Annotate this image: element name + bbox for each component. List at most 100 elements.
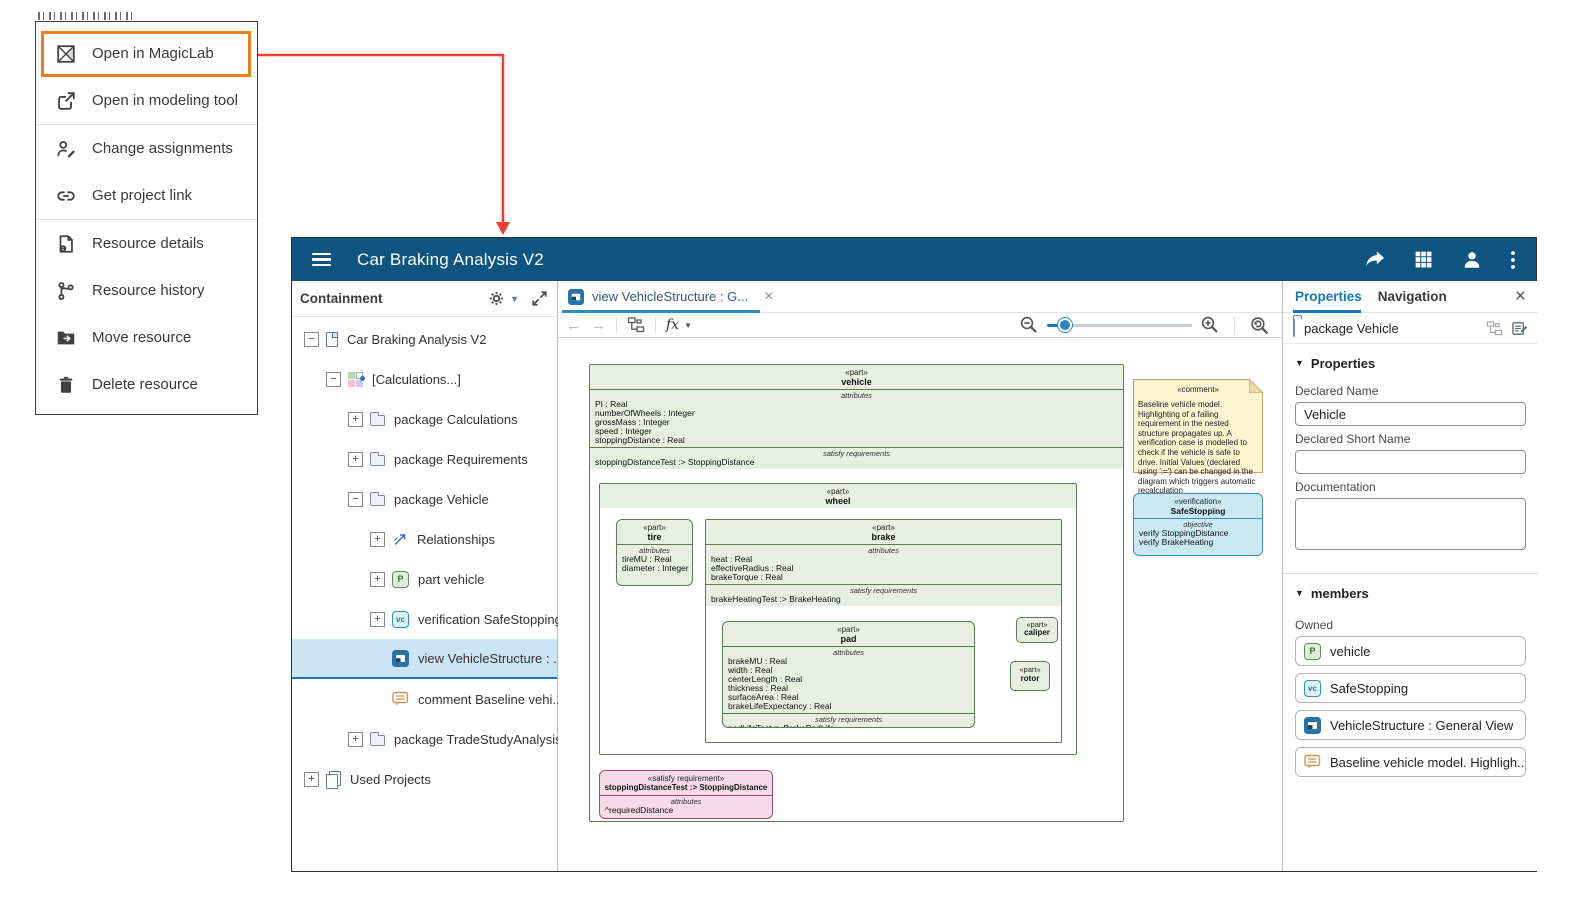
verification-badge: vc (1304, 680, 1321, 697)
owned-item-baseline-comment[interactable]: Baseline vehicle model. Highligh... (1295, 747, 1526, 777)
tree-item-view-vehiclestructure[interactable]: view VehicleStructure : ... (292, 639, 557, 679)
chevron-down-icon[interactable]: ▼ (510, 294, 519, 304)
part-rotor-box[interactable]: «part» rotor (1010, 661, 1050, 691)
attributes-compartment: attributes ^requiredDistance (600, 795, 772, 817)
menu-item-resource-history[interactable]: Resource history (36, 267, 257, 314)
callout-arrow (245, 42, 520, 242)
reset-zoom-icon[interactable] (1249, 315, 1270, 336)
owned-item-vehiclestructure-view[interactable]: VehicleStructure : General View (1295, 710, 1526, 740)
satisfy-requirement-box[interactable]: «satisfy requirement» stoppingDistanceTe… (599, 770, 773, 819)
menu-item-open-in-magiclab[interactable]: Open in MagicLab (36, 30, 257, 77)
related-elements-icon[interactable] (627, 316, 645, 334)
tree-toggle[interactable]: − (304, 332, 319, 347)
diagram-canvas[interactable]: «part» vehicle attributes PI : Real numb… (558, 340, 1282, 871)
tree-toggle[interactable]: − (326, 372, 341, 387)
menu-item-resource-details[interactable]: Resource details (36, 220, 257, 267)
tree-item-package-requirements[interactable]: + package Requirements (292, 439, 557, 479)
tree-item-calculations-root[interactable]: − [Calculations...] (292, 359, 557, 399)
verification-box[interactable]: «verification» SafeStopping objective ve… (1133, 493, 1263, 556)
chevron-down-icon: ▼ (684, 321, 692, 330)
tree-item-package-vehicle[interactable]: − package Vehicle (292, 479, 557, 519)
tree-item-part-vehicle[interactable]: + P part vehicle (292, 559, 557, 599)
menu-item-get-project-link[interactable]: Get project link (36, 172, 257, 219)
tab-navigation[interactable]: Navigation (1378, 289, 1447, 304)
tab-close-icon[interactable]: × (764, 288, 773, 306)
tab-properties[interactable]: Properties (1295, 289, 1362, 304)
part-caliper-box[interactable]: «part» caliper (1016, 617, 1058, 643)
clipped-text-fragment (38, 12, 134, 20)
menu-item-delete-resource[interactable]: Delete resource (36, 361, 257, 408)
tree-toggle[interactable]: − (348, 492, 363, 507)
menu-item-change-assignments[interactable]: Change assignments (36, 125, 257, 172)
tree-item-comment-baseline[interactable]: comment Baseline vehi... (292, 679, 557, 719)
properties-section-header[interactable]: ▼ Properties (1295, 348, 1526, 378)
gear-icon[interactable] (488, 290, 505, 307)
zoom-out-icon[interactable] (1019, 315, 1039, 335)
menu-item-open-in-modeling-tool[interactable]: Open in modeling tool (36, 77, 257, 124)
app-titlebar: Car Braking Analysis V2 (292, 238, 1536, 281)
tree-toggle[interactable]: + (348, 732, 363, 747)
tree-item-used-projects[interactable]: + Used Projects (292, 759, 557, 799)
selected-element-row: package Vehicle (1283, 313, 1538, 344)
declared-short-name-field[interactable] (1295, 450, 1526, 474)
part-header: «part» pad (723, 622, 974, 646)
tree-toggle[interactable]: + (370, 572, 385, 587)
owned-item-vehicle[interactable]: P vehicle (1295, 636, 1526, 666)
containment-tree: − Car Braking Analysis V2 − [Calculation… (292, 319, 557, 799)
tree-item-project[interactable]: − Car Braking Analysis V2 (292, 319, 557, 359)
hamburger-menu-icon[interactable] (312, 253, 331, 266)
expression-evaluate-control[interactable]: fx ▼ (666, 317, 692, 333)
active-tab-underline (562, 310, 760, 313)
diagram-tabbar: view VehicleStructure : G... × (558, 281, 1282, 313)
tree-toggle[interactable]: + (370, 532, 385, 547)
tree-item-package-tradestudyanalysis[interactable]: + package TradeStudyAnalysis (292, 719, 557, 759)
attributes-compartment: attributes PI : Real numberOfWheels : In… (590, 389, 1123, 447)
share-icon[interactable] (1364, 249, 1386, 271)
tree-toggle[interactable]: + (370, 612, 385, 627)
tree-item-verification-safestopping[interactable]: + vc verification SafeStopping (292, 599, 557, 639)
kebab-menu-icon[interactable] (1510, 249, 1516, 271)
folder-icon (370, 732, 385, 746)
tree-item-relationships[interactable]: + Relationships (292, 519, 557, 559)
satisfy-compartment: satisfy requirements brakeHeatingTest :>… (706, 584, 1061, 606)
tree-item-package-calculations[interactable]: + package Calculations (292, 399, 557, 439)
part-badge: P (1304, 643, 1321, 660)
view-icon (568, 289, 584, 305)
declared-name-field[interactable] (1295, 402, 1526, 426)
apps-grid-icon[interactable] (1413, 249, 1434, 270)
verification-header: «verification» SafeStopping (1134, 494, 1262, 519)
members-section-header[interactable]: ▼ members (1295, 578, 1526, 608)
comment-fold-corner (1249, 379, 1263, 393)
tree-toggle[interactable]: + (304, 772, 319, 787)
containment-panel: Containment ▼ − C (292, 281, 558, 871)
comment-icon (1304, 754, 1321, 770)
documentation-field[interactable] (1295, 498, 1526, 550)
show-in-tree-icon[interactable] (1486, 320, 1503, 337)
document-icon (326, 332, 338, 347)
part-badge: P (392, 571, 409, 588)
expand-panel-icon[interactable] (532, 291, 547, 306)
zoom-slider[interactable] (1047, 318, 1192, 332)
close-icon[interactable]: × (1515, 287, 1526, 306)
zoom-in-icon[interactable] (1200, 315, 1220, 335)
diagram-panel: view VehicleStructure : G... × ← → fx (558, 281, 1282, 871)
attributes-compartment: attributes heat : Real effectiveRadius :… (706, 544, 1061, 584)
relationships-icon (392, 531, 408, 547)
tree-toggle[interactable]: + (348, 412, 363, 427)
part-tire-box[interactable]: «part» tire attributes tireMU : Real dia… (616, 519, 693, 586)
containment-title: Containment (300, 291, 383, 306)
tab-vehiclestructure[interactable]: view VehicleStructure : G... × (558, 281, 787, 313)
back-icon[interactable]: ← (566, 318, 581, 333)
chevron-down-icon: ▼ (1295, 588, 1304, 598)
open-form-icon[interactable] (1511, 320, 1528, 337)
part-pad-box[interactable]: «part» pad attributes brakeMU : Real wid… (722, 621, 975, 728)
tree-toggle[interactable]: + (348, 452, 363, 467)
menu-item-move-resource[interactable]: Move resource (36, 314, 257, 361)
zoom-slider-thumb[interactable] (1058, 318, 1072, 332)
forward-icon[interactable]: → (591, 318, 606, 333)
members-section: ▼ members Owned P vehicle vc SafeStoppin… (1283, 574, 1538, 794)
user-icon[interactable] (1461, 249, 1483, 271)
comment-box[interactable]: «comment» Baseline vehicle model. Highli… (1133, 379, 1263, 473)
owned-item-safestopping[interactable]: vc SafeStopping (1295, 673, 1526, 703)
satisfy-requirement-header: «satisfy requirement» stoppingDistanceTe… (600, 771, 772, 795)
